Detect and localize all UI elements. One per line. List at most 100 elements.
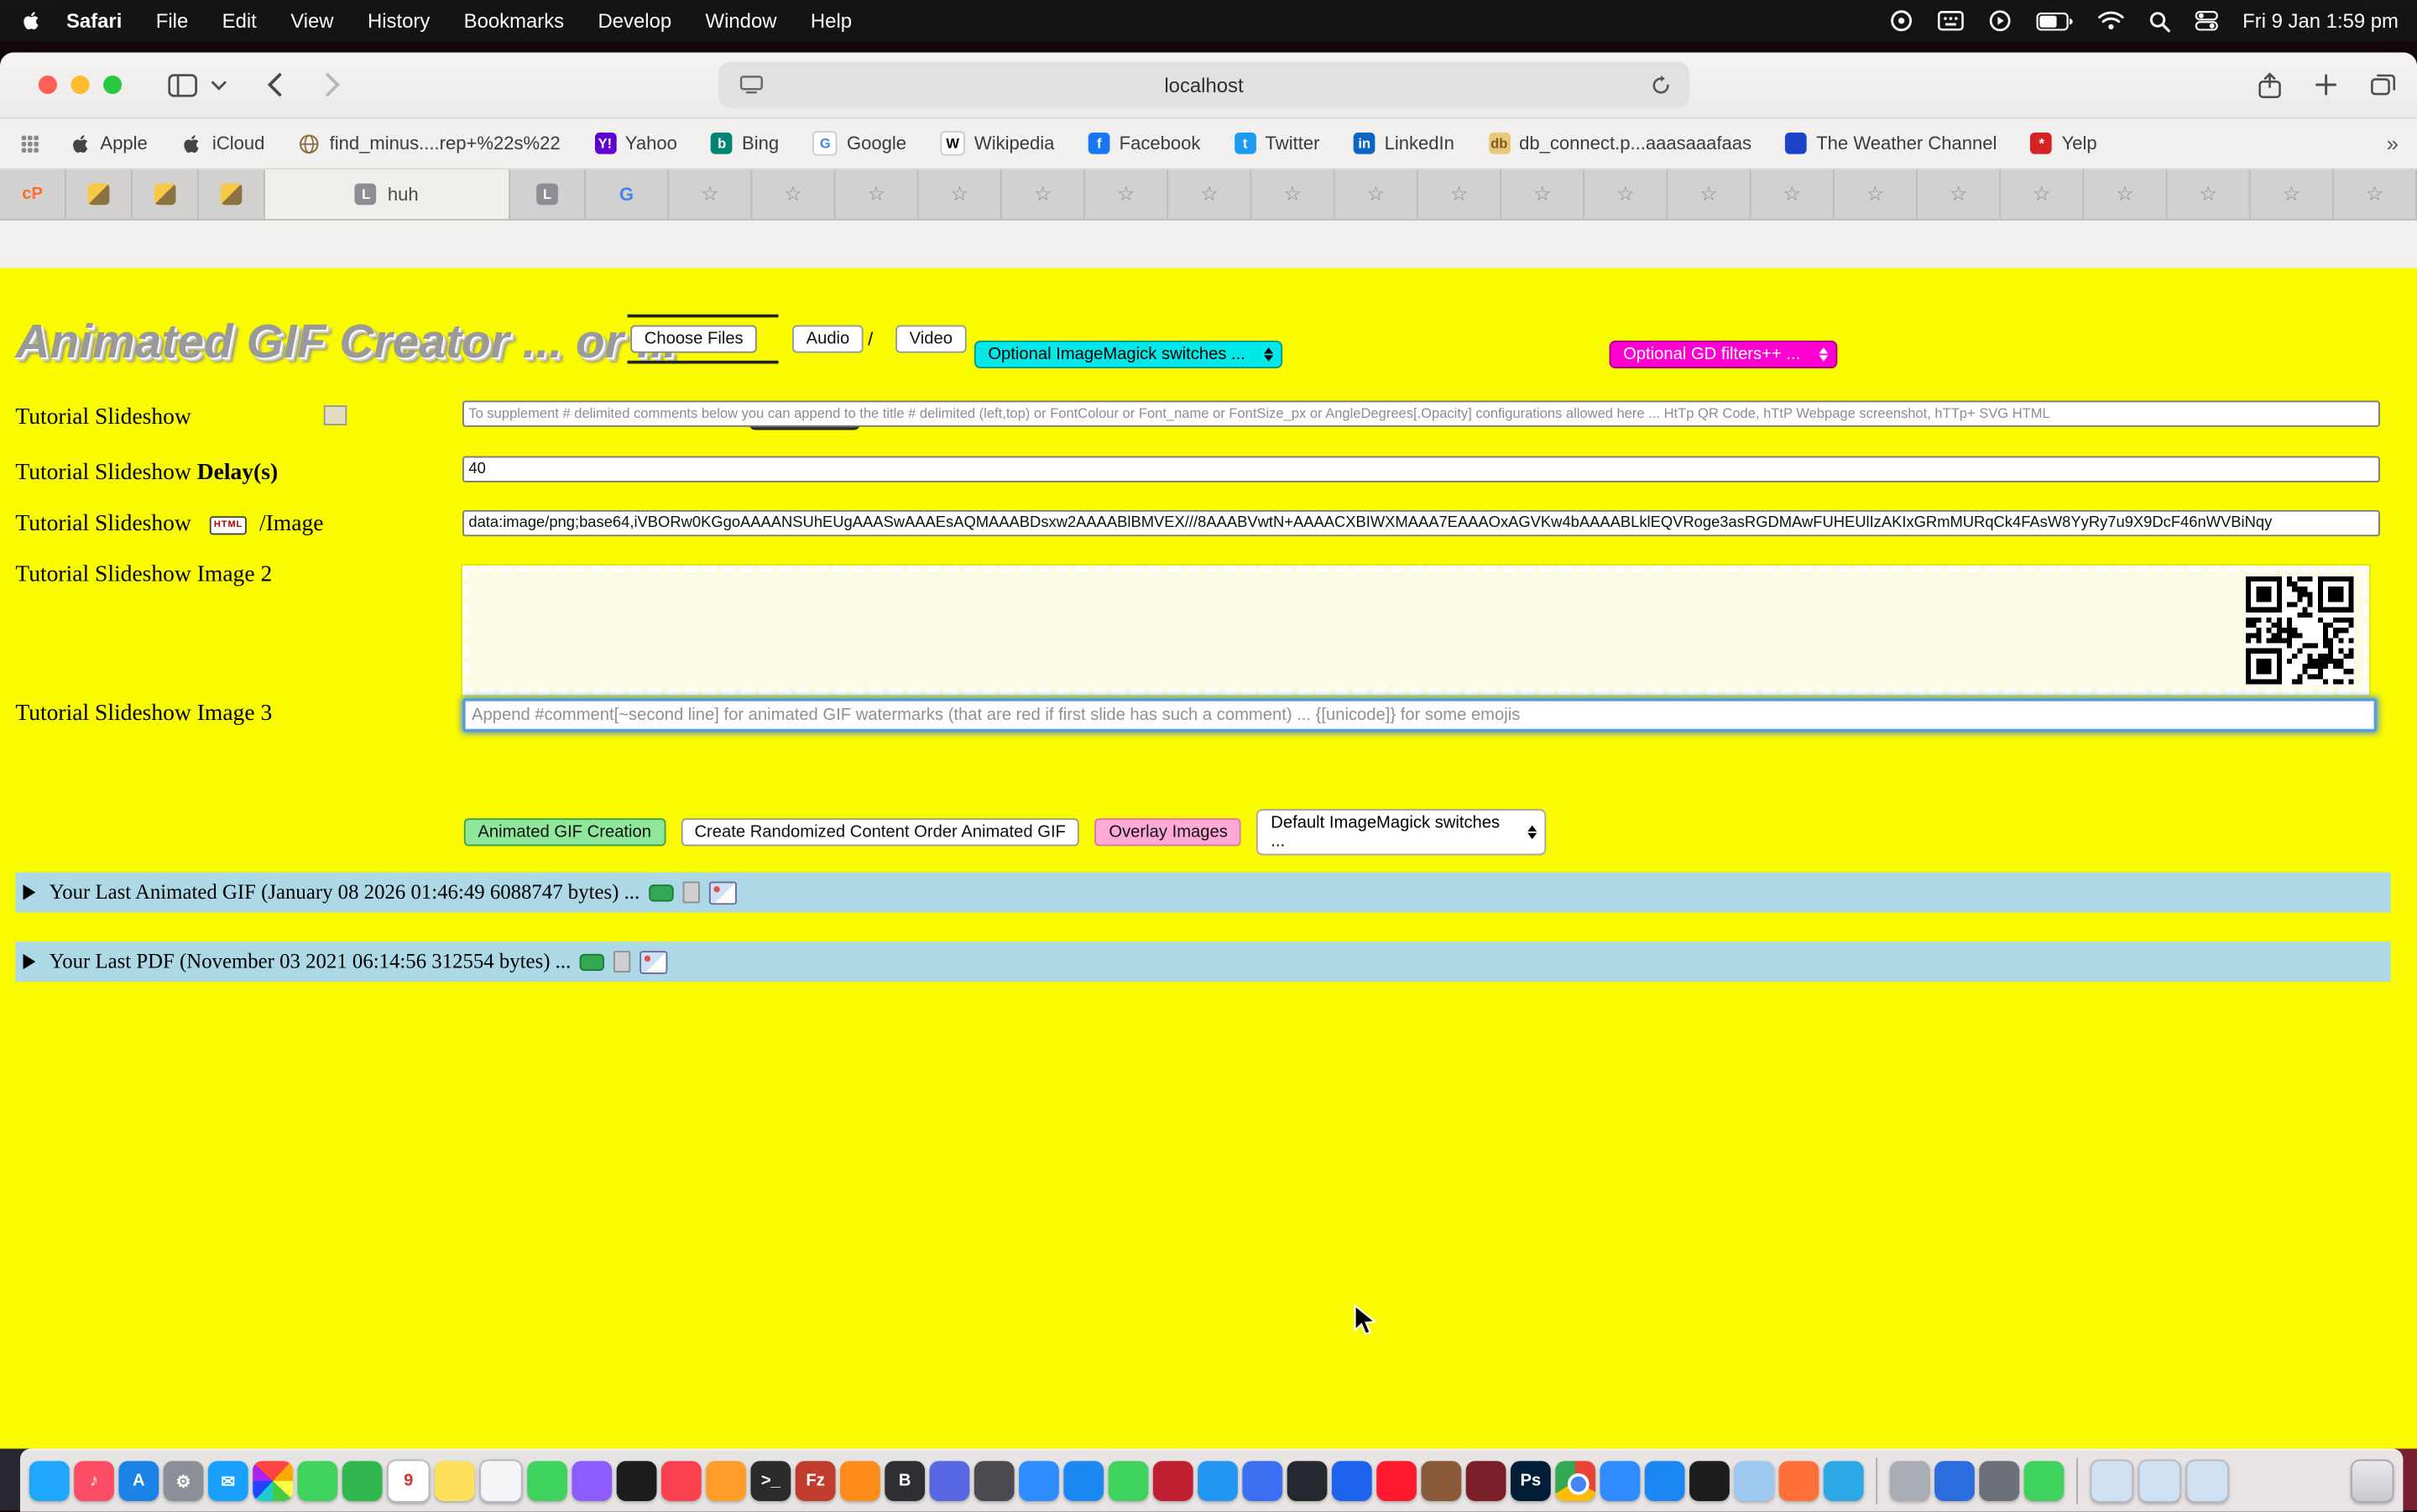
dock-icon-mysql-workbench[interactable]	[1466, 1461, 1506, 1501]
tab-empty-8[interactable]: ☆	[1251, 169, 1334, 219]
bookmark-apple[interactable]: Apple	[70, 133, 148, 154]
dock-icon-iphone-mirroring[interactable]	[974, 1461, 1015, 1501]
dock-icon-news[interactable]	[661, 1461, 702, 1501]
close-window-button[interactable]	[39, 76, 57, 94]
bookmark-facebook[interactable]: fFacebook	[1088, 133, 1201, 154]
bookmark-the-weather-channel[interactable]: The Weather Channel	[1785, 133, 1997, 154]
tab-empty-10[interactable]: ☆	[1418, 169, 1501, 219]
address-bar[interactable]: localhost	[718, 61, 1689, 107]
reload-icon[interactable]	[1651, 75, 1671, 95]
dock-icon-finder[interactable]	[29, 1461, 70, 1501]
bookmark-icloud[interactable]: iCloud	[181, 133, 264, 154]
disclosure-triangle-icon[interactable]	[23, 884, 36, 899]
tab-site-1[interactable]	[66, 169, 133, 219]
dock-icon-photos[interactable]	[253, 1461, 293, 1501]
dock-icon-weather[interactable]	[1645, 1461, 1685, 1501]
bookmark-twitter[interactable]: tTwitter	[1235, 133, 1320, 154]
dock-icon-docker[interactable]	[1332, 1461, 1372, 1501]
disclosure-triangle-icon[interactable]	[23, 954, 36, 969]
back-button[interactable]	[267, 72, 282, 96]
tab-empty-14[interactable]: ☆	[1751, 169, 1835, 219]
dock-icon-bear[interactable]: B	[885, 1461, 925, 1501]
image2-dropzone[interactable]	[462, 566, 2369, 695]
dock-icon-filezilla[interactable]: Fz	[796, 1461, 836, 1501]
menu-item-help[interactable]: Help	[811, 9, 852, 33]
dock-icon-trash[interactable]	[2351, 1459, 2394, 1502]
clipboard-icon[interactable]	[683, 882, 700, 904]
tab-empty-1[interactable]: ☆	[669, 169, 752, 219]
dock-icon-photoshop[interactable]: Ps	[1511, 1461, 1551, 1501]
tab-empty-2[interactable]: ☆	[752, 169, 835, 219]
dock-icon-reminders[interactable]	[479, 1459, 522, 1502]
image-thumbnail-icon[interactable]	[640, 950, 668, 973]
control-center-icon[interactable]	[2195, 11, 2218, 31]
menu-bar-clock[interactable]: Fri 9 Jan 1:59 pm	[2242, 9, 2399, 33]
dock-icon-podcasts[interactable]	[572, 1461, 612, 1501]
dock-icon-numbers[interactable]	[1109, 1461, 1149, 1501]
page-settings-icon[interactable]	[740, 76, 764, 94]
dock-icon-stocks[interactable]	[1689, 1461, 1730, 1501]
dock-icon-bluetooth[interactable]	[1934, 1461, 1975, 1501]
dock-icon-documents-folder[interactable]	[2138, 1459, 2181, 1502]
dock-icon-vlc[interactable]	[840, 1461, 880, 1501]
dock-icon-system-settings[interactable]: ⚙	[164, 1461, 204, 1501]
wifi-icon[interactable]	[2098, 11, 2124, 31]
image-thumbnail-icon[interactable]	[709, 881, 737, 905]
dock-icon-messages[interactable]	[297, 1461, 337, 1501]
tab-empty-16[interactable]: ☆	[1918, 169, 2001, 219]
data-uri-input[interactable]	[462, 510, 2380, 536]
video-button[interactable]: Video	[895, 326, 966, 353]
tab-empty-17[interactable]: ☆	[2001, 169, 2084, 219]
dock-icon-zoom-us[interactable]	[1600, 1461, 1641, 1501]
chevron-down-icon[interactable]	[211, 80, 227, 91]
apple-menu-icon[interactable]	[22, 11, 42, 31]
dock-icon-zoom[interactable]	[1019, 1461, 1059, 1501]
dock-icon-music[interactable]: ♪	[74, 1461, 114, 1501]
screen-record-icon[interactable]	[1988, 9, 2012, 33]
animated-gif-creation-button[interactable]: Animated GIF Creation	[464, 818, 666, 846]
dock-icon-system-folder[interactable]	[1890, 1461, 1930, 1501]
tab-empty-5[interactable]: ☆	[1002, 169, 1085, 219]
html-chip[interactable]: HTML	[209, 516, 247, 534]
bookmark-wikipedia[interactable]: WWikipedia	[940, 131, 1054, 155]
spotlight-search-icon[interactable]	[2148, 10, 2170, 32]
tab-site-3[interactable]	[199, 169, 265, 219]
tab-empty-19[interactable]: ☆	[2167, 169, 2250, 219]
bookmark-google[interactable]: GGoogle	[813, 131, 906, 155]
audio-button[interactable]: Audio	[792, 326, 864, 353]
bookmark-linkedin[interactable]: inLinkedIn	[1354, 133, 1454, 154]
dock-icon-firefox[interactable]	[1779, 1461, 1819, 1501]
dock-icon-github[interactable]	[1287, 1461, 1328, 1501]
randomized-gif-button[interactable]: Create Randomized Content Order Animated…	[681, 818, 1080, 846]
dock-icon-krita[interactable]	[1421, 1461, 1461, 1501]
dock-icon-downloads-folder[interactable]	[2185, 1459, 2228, 1502]
gif-badge-icon[interactable]	[649, 884, 673, 900]
dock-icon-tv[interactable]	[617, 1461, 657, 1501]
dock-icon-shortcuts[interactable]	[1242, 1461, 1282, 1501]
bookmark-yahoo[interactable]: Y!Yahoo	[594, 133, 677, 154]
dock-icon-maps[interactable]	[342, 1461, 383, 1501]
dock-icon-telegram[interactable]	[1824, 1461, 1864, 1501]
status-badge-icon[interactable]	[1890, 9, 1913, 33]
title-config-input[interactable]	[462, 401, 2380, 427]
bookmark-bing[interactable]: bBing	[711, 133, 779, 154]
dock-icon-applications-folder[interactable]	[2091, 1459, 2133, 1502]
keyboard-icon[interactable]	[1937, 11, 1963, 31]
tab-overview-icon[interactable]	[2371, 74, 2395, 96]
last-gif-summary[interactable]: Your Last Animated GIF (January 08 2026 …	[15, 873, 2390, 913]
sidebar-toggle-icon[interactable]	[168, 73, 197, 96]
forward-button[interactable]	[326, 72, 341, 96]
tab-google[interactable]: G	[586, 169, 669, 219]
menu-item-history[interactable]: History	[368, 9, 430, 33]
menu-item-file[interactable]: File	[156, 9, 188, 33]
color-swatch-input[interactable]	[324, 405, 347, 425]
dock-icon-opera[interactable]	[1376, 1461, 1417, 1501]
tab-empty-7[interactable]: ☆	[1168, 169, 1251, 219]
menu-item-window[interactable]: Window	[706, 9, 777, 33]
tab-empty-3[interactable]: ☆	[836, 169, 919, 219]
dock-icon-terminal[interactable]: >_	[750, 1461, 791, 1501]
tab-cpanel[interactable]: cP	[0, 169, 66, 219]
imagemagick-switches-select[interactable]: Optional ImageMagick switches ...	[974, 341, 1282, 368]
tab-active-huh[interactable]: L huh	[265, 169, 510, 219]
tab-empty-9[interactable]: ☆	[1335, 169, 1418, 219]
